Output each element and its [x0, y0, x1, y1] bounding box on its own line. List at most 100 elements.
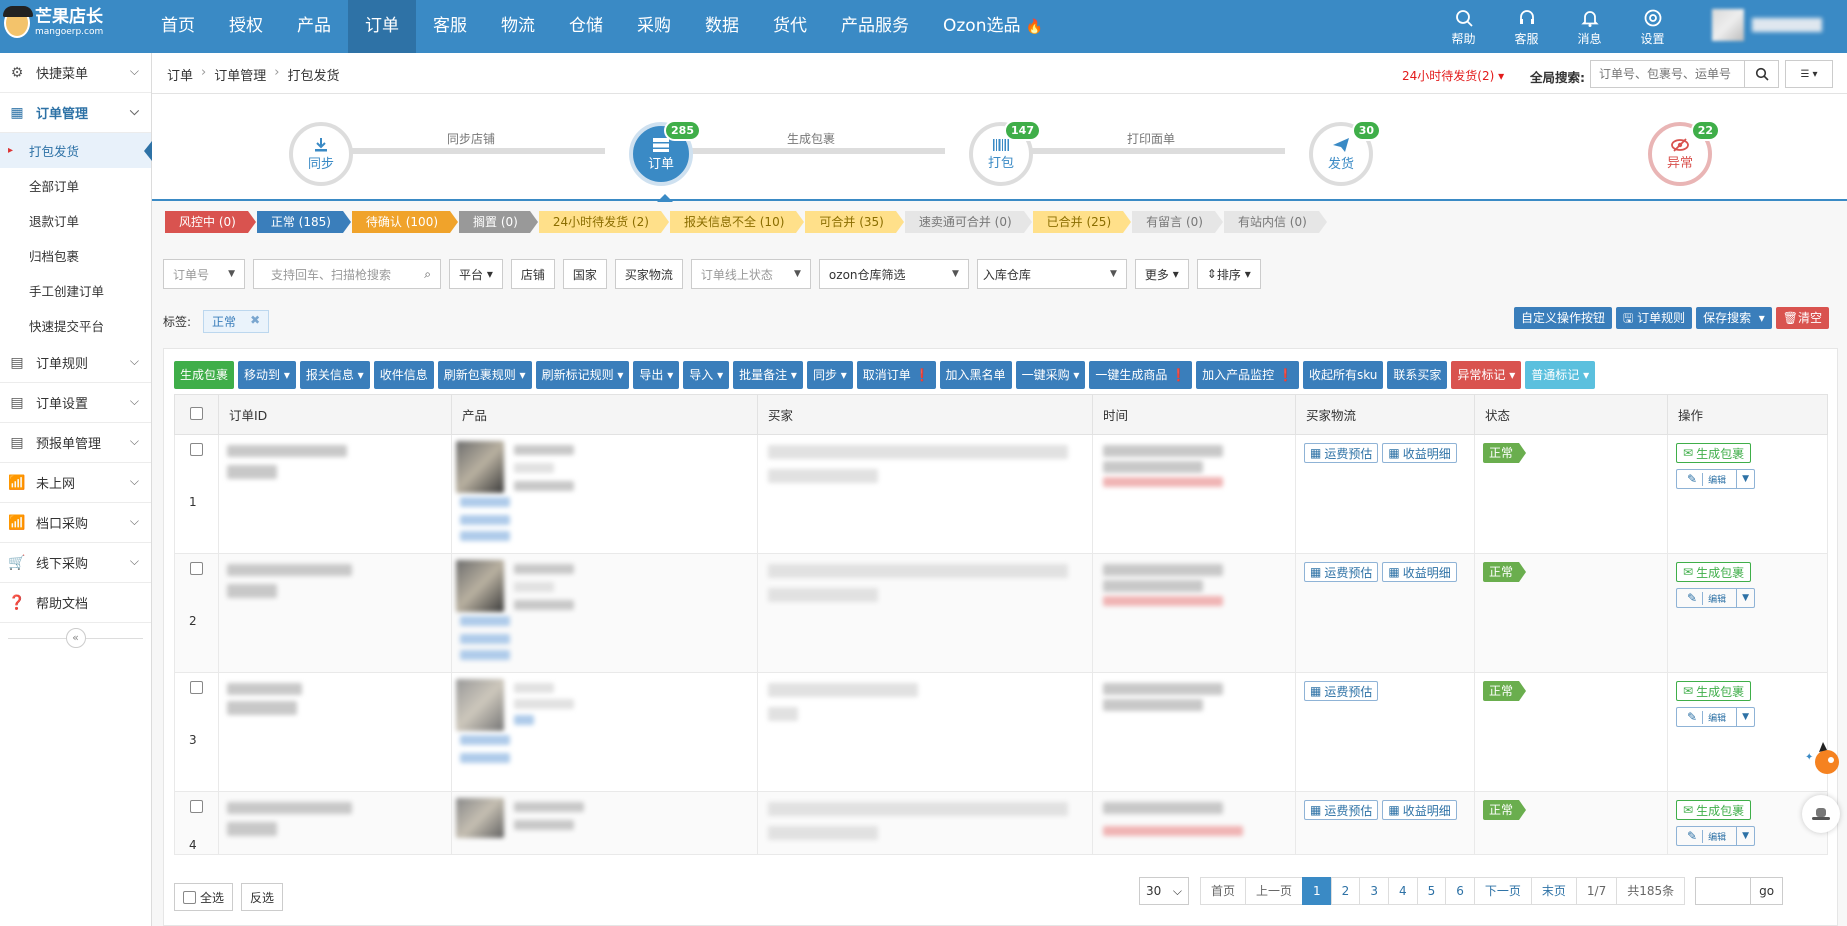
- blurred-sku-link[interactable]: [460, 515, 510, 525]
- nav-logistics[interactable]: 物流: [484, 0, 552, 53]
- page-4[interactable]: 4: [1387, 877, 1418, 905]
- shipping-estimate-button[interactable]: ▦ 运费预估: [1304, 800, 1379, 820]
- row-generate-package-button[interactable]: ✉ 生成包裹: [1676, 562, 1752, 582]
- step-link-sync-shop[interactable]: 同步店铺: [411, 130, 531, 147]
- tag-aliexpress-mergeable[interactable]: 速卖通可合并 (0): [904, 211, 1032, 233]
- product-thumbnail[interactable]: [456, 441, 504, 493]
- go-button[interactable]: go: [1750, 877, 1784, 905]
- mascot-float-button[interactable]: ✦: [1805, 738, 1841, 778]
- sidebar-item-help-docs[interactable]: ❓ 帮助文档: [0, 583, 151, 623]
- step-sync[interactable]: 同步: [289, 122, 353, 186]
- tag-has-message[interactable]: 有留言 (0): [1132, 211, 1223, 233]
- export-button[interactable]: 导出 ▾: [633, 361, 680, 389]
- contact-buyer-button[interactable]: 联系买家: [1387, 361, 1448, 389]
- page-6[interactable]: 6: [1445, 877, 1475, 905]
- country-button[interactable]: 国家: [562, 259, 607, 289]
- page-2[interactable]: 2: [1330, 877, 1361, 905]
- tag-mergeable[interactable]: 可合并 (35): [805, 211, 905, 233]
- customs-info-button[interactable]: 报关信息 ▾: [299, 361, 370, 389]
- online-status-select[interactable]: 订单线上状态 ▼: [690, 259, 811, 289]
- blurred-sku-link[interactable]: [460, 634, 510, 644]
- tag-pending-confirm[interactable]: 待确认 (100): [351, 211, 459, 233]
- shipping-estimate-button[interactable]: ▦ 运费预估: [1304, 562, 1379, 582]
- blurred-sku-link[interactable]: [514, 715, 534, 725]
- nav-product[interactable]: 产品: [280, 0, 348, 53]
- sidebar-item-stall-purchase[interactable]: 📶 档口采购 ⌵: [0, 503, 151, 543]
- shipping-estimate-button[interactable]: ▦ 运费预估: [1304, 681, 1379, 701]
- select-all-button[interactable]: 全选: [174, 883, 234, 911]
- buyer-logistics-button[interactable]: 买家物流: [614, 259, 683, 289]
- nav-customer-service[interactable]: 客服: [416, 0, 484, 53]
- shipping-estimate-button[interactable]: ▦ 运费预估: [1304, 443, 1379, 463]
- page-jump-input[interactable]: [1695, 877, 1752, 905]
- row-checkbox[interactable]: [190, 800, 203, 813]
- blurred-sku-link[interactable]: [460, 497, 510, 507]
- sidebar-item-offline-purchase[interactable]: 🛒 线下采购 ⌵: [0, 543, 151, 583]
- sidebar-sub-quick-submit[interactable]: 快速提交平台: [0, 308, 151, 343]
- next-page-button[interactable]: 下一页: [1473, 877, 1532, 905]
- blurred-order-id[interactable]: [227, 445, 347, 457]
- hat-float-button[interactable]: [1802, 795, 1840, 833]
- row-edit-button[interactable]: ✎ 编辑: [1677, 827, 1736, 845]
- sidebar-item-order-settings[interactable]: ▤ 订单设置 ⌵: [0, 383, 151, 423]
- row-generate-package-button[interactable]: ✉ 生成包裹: [1676, 800, 1752, 820]
- profit-detail-button[interactable]: ▦ 收益明细: [1382, 800, 1457, 820]
- page-1[interactable]: 1: [1302, 877, 1332, 905]
- sync-button[interactable]: 同步 ▾: [806, 361, 853, 389]
- tag-customs-incomplete[interactable]: 报关信息不全 (10): [669, 211, 805, 233]
- tag-24h-pending[interactable]: 24小时待发货 (2): [538, 211, 670, 233]
- profit-detail-button[interactable]: ▦ 收益明细: [1382, 443, 1457, 463]
- nav-warehouse[interactable]: 仓储: [552, 0, 620, 53]
- step-exception[interactable]: 异常 22: [1648, 120, 1720, 186]
- sidebar-sub-all-orders[interactable]: 全部订单: [0, 168, 151, 203]
- platform-dropdown[interactable]: 平台 ▾: [449, 259, 503, 289]
- help-button[interactable]: 帮助: [1432, 8, 1495, 47]
- page-3[interactable]: 3: [1359, 877, 1389, 905]
- row-generate-package-button[interactable]: ✉ 生成包裹: [1676, 681, 1752, 701]
- row-more-dropdown[interactable]: ▼: [1736, 708, 1754, 726]
- tag-on-hold[interactable]: 搁置 (0): [459, 211, 538, 233]
- exception-mark-button[interactable]: 异常标记 ▾: [1451, 361, 1522, 389]
- sidebar-sub-pack-ship[interactable]: 打包发货: [0, 133, 152, 168]
- batch-note-button[interactable]: 批量备注 ▾: [733, 361, 803, 389]
- in-warehouse-select[interactable]: 入库仓库 ▼: [976, 259, 1127, 289]
- step-link-print-label[interactable]: 打印面单: [1091, 130, 1211, 147]
- tag-merged[interactable]: 已合并 (25): [1032, 211, 1132, 233]
- nav-ozon-selection[interactable]: Ozon选品 🔥: [926, 0, 1060, 53]
- nav-authorize[interactable]: 授权: [212, 0, 280, 53]
- step-link-generate-package[interactable]: 生成包裹: [751, 130, 871, 147]
- one-click-purchase-button[interactable]: 一键采购 ▾: [1015, 361, 1086, 389]
- page-size-select[interactable]: 30 ⌵: [1139, 877, 1189, 905]
- row-edit-button[interactable]: ✎ 编辑: [1677, 708, 1736, 726]
- close-icon[interactable]: ✖: [250, 313, 260, 330]
- breadcrumb-order-management[interactable]: 订单管理: [214, 65, 266, 84]
- nav-home[interactable]: 首页: [144, 0, 212, 53]
- page-5[interactable]: 5: [1416, 877, 1447, 905]
- blurred-sku-link[interactable]: [460, 650, 510, 660]
- blurred-order-id[interactable]: [227, 564, 352, 576]
- cancel-order-button[interactable]: 取消订单 ❗: [856, 361, 936, 389]
- blurred-sku-link[interactable]: [460, 616, 510, 626]
- row-edit-button[interactable]: ✎ 编辑: [1677, 589, 1736, 607]
- tag-risk-control[interactable]: 风控中 (0): [165, 211, 256, 233]
- row-checkbox[interactable]: [190, 562, 203, 575]
- blurred-order-id[interactable]: [227, 683, 302, 695]
- clear-button[interactable]: 🗑清空: [1775, 307, 1830, 329]
- step-pack[interactable]: 打包 147: [969, 120, 1041, 186]
- one-click-generate-product-button[interactable]: 一键生成商品 ❗: [1089, 361, 1193, 389]
- sidebar-collapse[interactable]: «: [0, 623, 151, 653]
- global-search-input[interactable]: [1590, 60, 1745, 88]
- blurred-sku-link[interactable]: [460, 735, 510, 745]
- blurred-sku-link[interactable]: [460, 753, 510, 763]
- last-page-button[interactable]: 末页: [1530, 877, 1577, 905]
- sidebar-item-order-management[interactable]: ▦ 订单管理 ⌵: [0, 93, 151, 133]
- tag-has-inbox[interactable]: 有站内信 (0): [1223, 211, 1327, 233]
- collapse-all-sku-button[interactable]: 收起所有sku: [1302, 361, 1384, 389]
- message-button[interactable]: 消息: [1558, 8, 1621, 47]
- sidebar-sub-manual-create[interactable]: 手工创建订单: [0, 273, 151, 308]
- breadcrumb-order[interactable]: 订单: [167, 65, 193, 84]
- step-order[interactable]: 订单 285: [629, 120, 701, 186]
- blurred-sku-link[interactable]: [460, 531, 510, 541]
- sidebar-item-order-rules[interactable]: ▤ 订单规则 ⌵: [0, 343, 151, 383]
- invert-selection-button[interactable]: 反选: [241, 883, 284, 911]
